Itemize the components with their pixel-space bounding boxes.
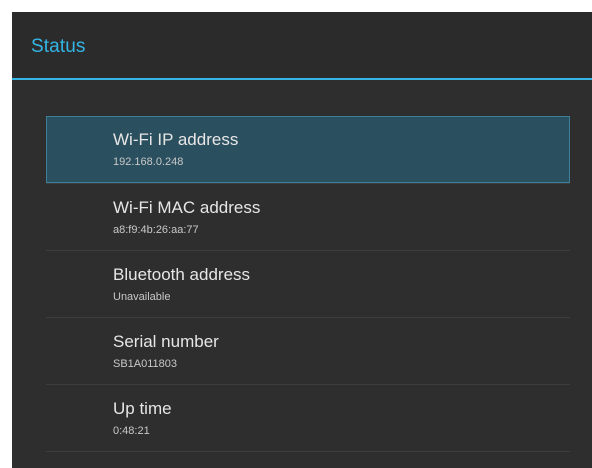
list-divider xyxy=(46,451,570,452)
status-screen: Status Wi-Fi IP address 192.168.0.248 Wi… xyxy=(12,12,592,468)
status-list: Wi-Fi IP address 192.168.0.248 Wi-Fi MAC… xyxy=(46,116,570,452)
list-item-value: 192.168.0.248 xyxy=(113,156,184,168)
list-item-title: Bluetooth address xyxy=(113,265,251,284)
list-item-value: Unavailable xyxy=(113,291,171,303)
list-item-wifi-ip-address[interactable]: Wi-Fi IP address 192.168.0.248 xyxy=(46,116,570,183)
list-item-wifi-mac-address[interactable]: Wi-Fi MAC address a8:f9:4b:26:aa:77 xyxy=(46,183,570,250)
action-bar: Status xyxy=(12,12,592,78)
list-item-title: Wi-Fi IP address xyxy=(113,130,239,149)
list-item-title: Up time xyxy=(113,399,172,418)
list-item-value: SB1A011803 xyxy=(113,358,178,370)
list-item-title: Serial number xyxy=(113,332,219,351)
list-item-serial-number[interactable]: Serial number SB1A011803 xyxy=(46,317,570,384)
list-item-up-time[interactable]: Up time 0:48:21 xyxy=(46,384,570,451)
list-item-bluetooth-address[interactable]: Bluetooth address Unavailable xyxy=(46,250,570,317)
list-item-value: 0:48:21 xyxy=(113,425,150,437)
list-item-title: Wi-Fi MAC address xyxy=(113,198,261,217)
header-divider xyxy=(12,78,592,80)
page-title: Status xyxy=(31,36,86,57)
list-item-value: a8:f9:4b:26:aa:77 xyxy=(113,224,199,236)
